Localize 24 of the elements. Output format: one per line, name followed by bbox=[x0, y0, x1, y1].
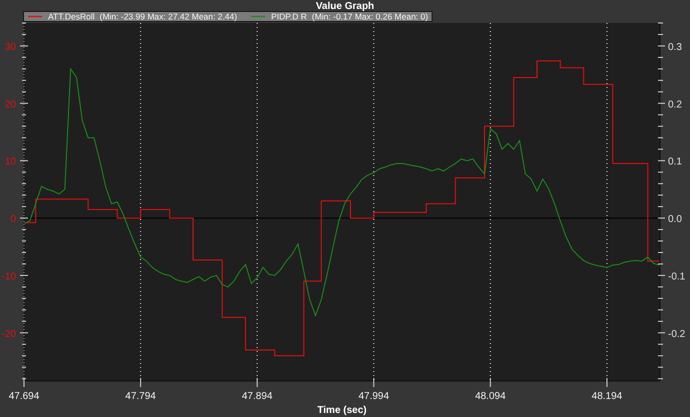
axis-tick-label: 0.3 bbox=[668, 42, 682, 53]
axis-tick-label: 0.2 bbox=[668, 99, 682, 110]
axis-tick-label: -10 bbox=[2, 271, 16, 282]
axis-tick-label: 0.0 bbox=[668, 214, 682, 226]
axis-tick-label: 20 bbox=[4, 99, 16, 110]
axis-tick-label: 30 bbox=[4, 42, 16, 53]
axis-tick-label: -0.1 bbox=[668, 271, 686, 282]
axis-title: Time (sec) bbox=[317, 405, 367, 416]
axis-tick-label: 47.994 bbox=[358, 391, 390, 402]
axis-tick-label: -20 bbox=[2, 328, 16, 340]
axis-tick-label: 0 bbox=[10, 214, 16, 226]
legend-stats: (Min: -0.17 Max: 0.26 Mean: 0) bbox=[312, 12, 428, 22]
axis-tick-label: -0.2 bbox=[668, 328, 686, 340]
axis-tick-label: 48.094 bbox=[475, 391, 506, 402]
legend-label: PIDP.D R bbox=[271, 12, 307, 22]
legend-stats: (Min: -23.99 Max: 27.42 Mean: 2.44) bbox=[100, 12, 238, 22]
legend-label: ATT.DesRoll bbox=[48, 12, 95, 22]
axis-tick-label: 47.894 bbox=[242, 391, 272, 402]
axis-tick-label: 48.194 bbox=[592, 391, 622, 402]
axis-tick-label: 47.694 bbox=[8, 391, 40, 402]
axis-tick-label: 0.1 bbox=[668, 156, 682, 168]
chart-title: Value Graph bbox=[316, 1, 374, 12]
axis-tick-label: 10 bbox=[4, 156, 16, 168]
axis-tick-label: 47.794 bbox=[125, 391, 156, 402]
